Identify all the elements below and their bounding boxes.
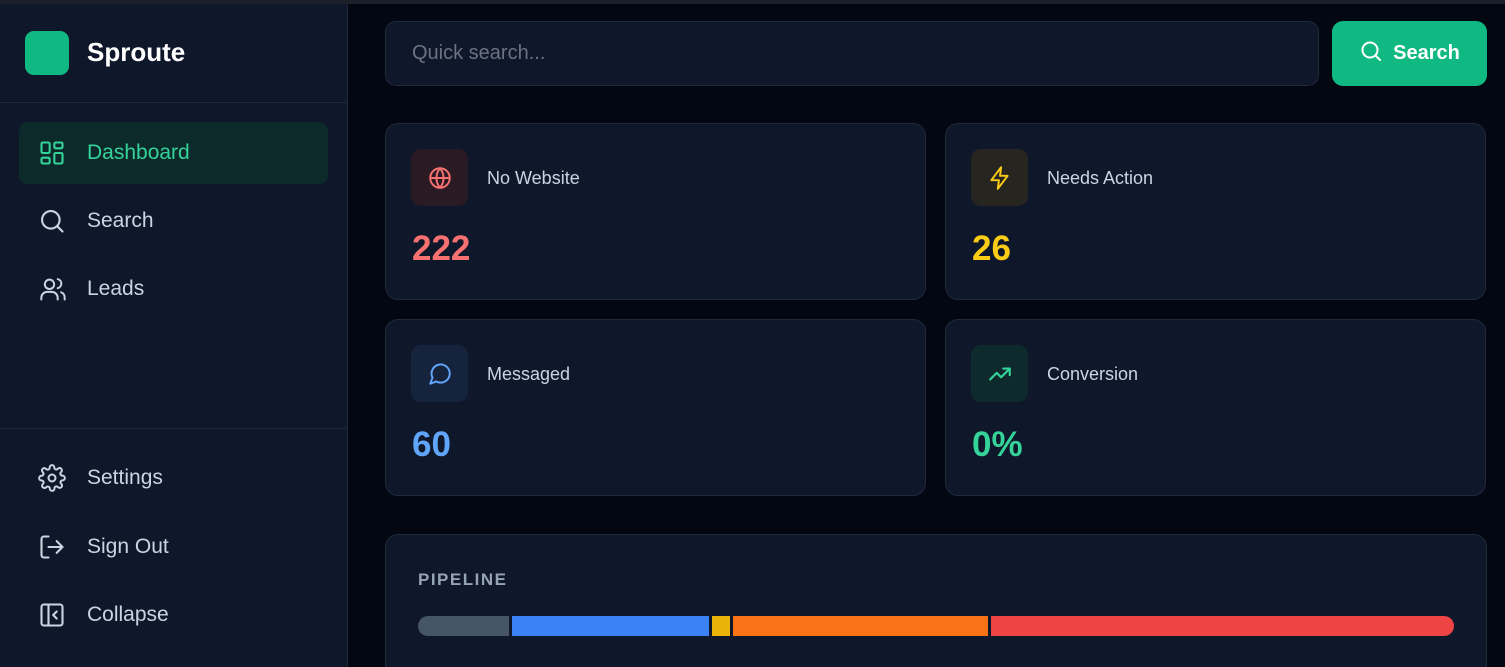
sidebar-item-label: Leads (87, 277, 145, 300)
stat-label: Conversion (1047, 364, 1139, 384)
pipeline-title: PIPELINE (418, 570, 508, 589)
message-icon (411, 345, 468, 402)
search-icon (1359, 39, 1383, 69)
sign-out-icon (19, 533, 87, 561)
pipeline-segment[interactable] (711, 616, 731, 636)
stat-label: Messaged (487, 364, 571, 384)
search-icon (19, 207, 87, 235)
sidebar-item-label: Search (87, 209, 154, 232)
brand-name: Sproute (87, 37, 186, 67)
trending-up-icon (971, 345, 1028, 402)
pipeline-panel: PIPELINE (385, 534, 1487, 667)
stat-value: 26 (972, 229, 1011, 268)
stat-card-no-website: No Website 222 (385, 123, 926, 300)
search-button[interactable]: Search (1332, 21, 1487, 86)
sidebar-item-dashboard[interactable]: Dashboard (19, 122, 328, 184)
stat-value: 60 (412, 425, 451, 464)
brand-logo (25, 31, 69, 75)
stat-value: 222 (412, 229, 471, 268)
brand-header: Sproute (0, 4, 347, 103)
sidebar-item-label: Dashboard (87, 141, 190, 164)
pipeline-segment[interactable] (991, 616, 1454, 636)
stat-label: No Website (487, 168, 580, 188)
sidebar-item-settings[interactable]: Settings (19, 447, 328, 509)
sidebar-item-leads[interactable]: Leads (19, 258, 328, 320)
pipeline-bar (418, 616, 1454, 636)
sidebar-item-search[interactable]: Search (19, 190, 328, 252)
sidebar-item-label: Collapse (87, 603, 169, 626)
pipeline-segment[interactable] (512, 616, 709, 636)
gear-icon (19, 464, 87, 492)
pipeline-segment[interactable] (418, 616, 510, 636)
dashboard-icon (19, 139, 87, 167)
sidebar-item-label: Settings (87, 466, 163, 489)
pipeline-segment[interactable] (733, 616, 989, 636)
globe-icon (411, 149, 468, 206)
sidebar-item-collapse[interactable]: Collapse (19, 584, 328, 646)
quick-search-input[interactable] (385, 21, 1319, 86)
stat-label: Needs Action (1047, 168, 1154, 188)
sidebar: Sproute Dashboard Search Leads Settings … (0, 4, 348, 667)
sidebar-item-label: Sign Out (87, 535, 169, 558)
stat-card-conversion: Conversion 0% (945, 319, 1486, 496)
lightning-icon (971, 149, 1028, 206)
collapse-icon (19, 601, 87, 629)
stat-card-messaged: Messaged 60 (385, 319, 926, 496)
search-button-label: Search (1393, 42, 1460, 64)
sidebar-item-sign-out[interactable]: Sign Out (19, 516, 328, 578)
stat-card-needs-action: Needs Action 26 (945, 123, 1486, 300)
users-icon (19, 275, 87, 303)
stat-value: 0% (972, 425, 1023, 464)
sidebar-divider (0, 428, 347, 429)
